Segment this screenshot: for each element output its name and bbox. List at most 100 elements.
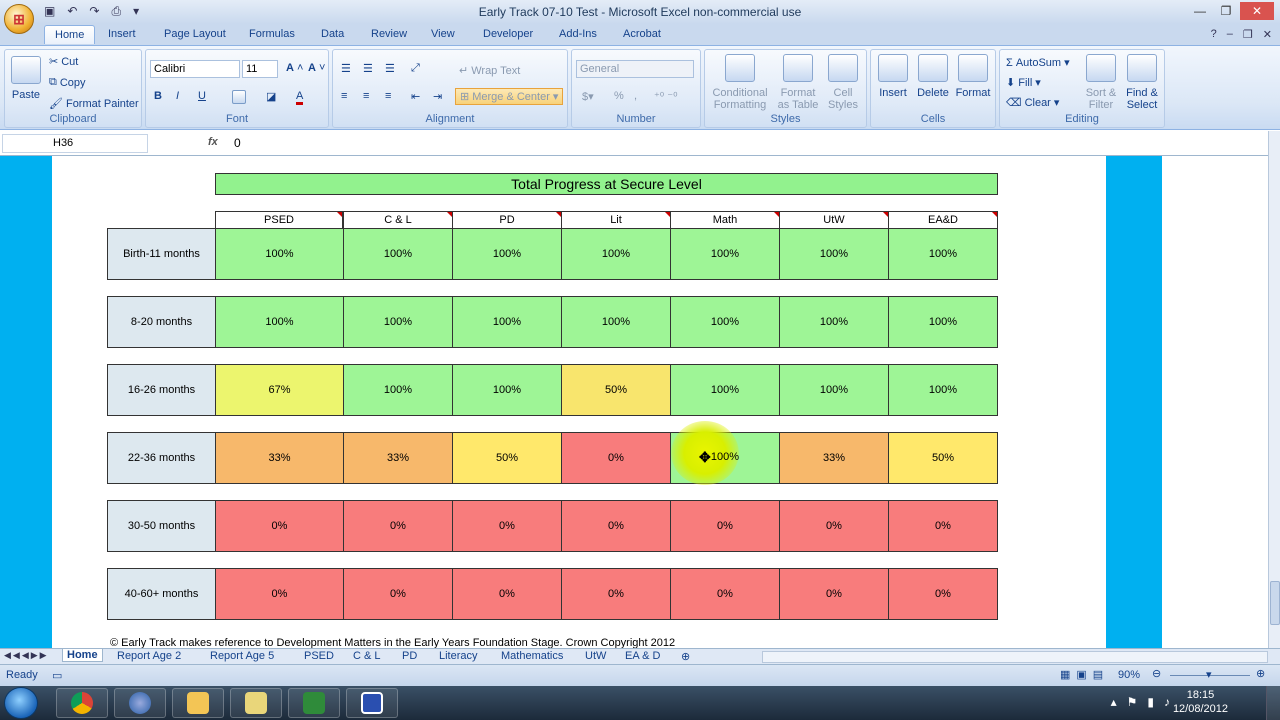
- format-button[interactable]: Format: [955, 54, 991, 99]
- align-right-button[interactable]: ≡: [385, 90, 391, 102]
- progress-cell[interactable]: 100%: [888, 364, 998, 416]
- progress-cell[interactable]: 100%: [215, 296, 344, 348]
- flag-icon[interactable]: ⚑: [1127, 695, 1138, 709]
- workbook-minimize-button[interactable]: –: [1227, 28, 1233, 41]
- tab-data[interactable]: Data: [321, 28, 344, 40]
- number-format-combo[interactable]: General: [576, 60, 694, 78]
- horizontal-scrollbar[interactable]: [762, 651, 1268, 663]
- sheet-tab[interactable]: Literacy: [439, 650, 478, 662]
- sheet-nav-arrows[interactable]: ◀◀◀▶▶: [4, 650, 49, 661]
- progress-cell[interactable]: 0%: [452, 500, 562, 552]
- show-desktop-button[interactable]: [1266, 686, 1280, 720]
- progress-cell[interactable]: 100%: [343, 364, 453, 416]
- autosum-button[interactable]: Σ AutoSum ▾: [1006, 56, 1070, 70]
- column-header[interactable]: Lit: [561, 211, 671, 229]
- zoom-level[interactable]: 90%: [1118, 669, 1140, 681]
- row-label[interactable]: Birth-11 months: [107, 228, 216, 280]
- format-painter-button[interactable]: 🖌 Format Painter: [49, 97, 139, 111]
- column-header[interactable]: PD: [452, 211, 562, 229]
- column-header[interactable]: Math: [670, 211, 780, 229]
- progress-cell[interactable]: 0%: [343, 500, 453, 552]
- folder-taskbar-icon[interactable]: [230, 688, 282, 718]
- progress-cell[interactable]: 33%: [215, 432, 344, 484]
- progress-cell[interactable]: 100%: [452, 296, 562, 348]
- clear-button[interactable]: ⌫ Clear ▾: [1006, 96, 1059, 110]
- progress-cell[interactable]: 100%: [779, 296, 889, 348]
- zoom-in-icon[interactable]: ⊕: [1256, 667, 1265, 680]
- font-color-button[interactable]: A: [296, 90, 304, 105]
- delete-button[interactable]: Delete: [915, 54, 951, 99]
- fill-button[interactable]: ⬇ Fill ▾: [1006, 76, 1041, 90]
- tab-view[interactable]: View: [431, 28, 455, 40]
- volume-icon[interactable]: ♪: [1164, 695, 1170, 709]
- progress-cell[interactable]: 67%: [215, 364, 344, 416]
- underline-button[interactable]: U: [198, 90, 206, 102]
- row-label[interactable]: 8-20 months: [107, 296, 216, 348]
- zoom-out-icon[interactable]: ⊖: [1152, 667, 1161, 680]
- insert-sheet-icon[interactable]: ⊕: [681, 650, 690, 663]
- copy-button[interactable]: ⧉ Copy: [49, 76, 86, 89]
- row-label[interactable]: 22-36 months: [107, 432, 216, 484]
- tab-page-layout[interactable]: Page Layout: [164, 28, 226, 40]
- formula-input[interactable]: 0: [234, 136, 241, 150]
- column-header[interactable]: UtW: [779, 211, 889, 229]
- explorer-taskbar-icon[interactable]: [172, 688, 224, 718]
- progress-cell[interactable]: 0%: [561, 432, 671, 484]
- increase-indent-button[interactable]: ⇥: [433, 90, 442, 103]
- progress-cell[interactable]: 50%: [888, 432, 998, 484]
- sheet-tab-home[interactable]: Home: [62, 649, 103, 662]
- progress-cell[interactable]: 100%: [343, 296, 453, 348]
- view-buttons[interactable]: ▦▣▤: [1060, 668, 1109, 681]
- close-button[interactable]: ✕: [1240, 2, 1274, 20]
- tab-acrobat[interactable]: Acrobat: [623, 28, 661, 40]
- currency-button[interactable]: $▾: [582, 90, 594, 103]
- grow-font-button[interactable]: A ˄: [286, 62, 303, 74]
- merge-center-button[interactable]: ⊞ Merge & Center ▾: [455, 88, 564, 105]
- percent-button[interactable]: %: [614, 90, 624, 102]
- progress-cell[interactable]: 100%: [888, 228, 998, 280]
- sort-filter-button[interactable]: Sort & Filter: [1082, 54, 1120, 111]
- progress-cell[interactable]: 0%: [452, 568, 562, 620]
- workbook-restore-button[interactable]: ❐: [1243, 28, 1253, 41]
- decrease-indent-button[interactable]: ⇤: [411, 90, 420, 103]
- progress-cell[interactable]: 0%: [779, 568, 889, 620]
- row-label[interactable]: 30-50 months: [107, 500, 216, 552]
- app-taskbar-icon[interactable]: [346, 688, 398, 718]
- start-button[interactable]: [4, 687, 38, 719]
- progress-cell[interactable]: 0%: [670, 568, 780, 620]
- comma-button[interactable]: ,: [634, 90, 637, 102]
- office-button[interactable]: ⊞: [4, 4, 34, 34]
- itunes-taskbar-icon[interactable]: [114, 688, 166, 718]
- excel-taskbar-icon[interactable]: [288, 688, 340, 718]
- maximize-button[interactable]: ❐: [1214, 2, 1238, 20]
- sheet-tab[interactable]: PD: [402, 650, 417, 662]
- progress-cell[interactable]: 0%: [215, 568, 344, 620]
- align-left-button[interactable]: ≡: [341, 90, 347, 102]
- sheet-tab[interactable]: EA & D: [625, 650, 660, 662]
- borders-button[interactable]: [232, 90, 246, 104]
- format-as-table-button[interactable]: Format as Table: [775, 54, 821, 111]
- sheet-tab[interactable]: Report Age 5: [210, 650, 274, 662]
- find-select-button[interactable]: Find & Select: [1122, 54, 1162, 111]
- progress-cell[interactable]: 100%: [452, 364, 562, 416]
- progress-cell[interactable]: 100%: [779, 364, 889, 416]
- minimize-button[interactable]: —: [1188, 2, 1212, 20]
- progress-cell[interactable]: 0%: [215, 500, 344, 552]
- align-top-button[interactable]: ☰: [341, 62, 351, 75]
- progress-cell[interactable]: 100%: [779, 228, 889, 280]
- bold-button[interactable]: B: [154, 90, 162, 102]
- progress-cell[interactable]: 100%: [670, 364, 780, 416]
- worksheet[interactable]: Total Progress at Secure Level PSED C & …: [0, 156, 1268, 648]
- progress-cell[interactable]: 100%: [215, 228, 344, 280]
- progress-cell[interactable]: 100%: [670, 228, 780, 280]
- clock[interactable]: 18:15 12/08/2012: [1173, 688, 1228, 716]
- italic-button[interactable]: I: [176, 90, 179, 102]
- shrink-font-button[interactable]: A ˅: [308, 62, 325, 74]
- progress-cell[interactable]: 100%: [561, 228, 671, 280]
- cut-button[interactable]: ✂ Cut: [49, 55, 78, 69]
- conditional-formatting-button[interactable]: Conditional Formatting: [709, 54, 771, 111]
- tray-up-arrow-icon[interactable]: ▴: [1111, 695, 1117, 709]
- paste-button[interactable]: Paste: [11, 56, 41, 101]
- column-header[interactable]: C & L: [343, 211, 453, 229]
- chrome-taskbar-icon[interactable]: [56, 688, 108, 718]
